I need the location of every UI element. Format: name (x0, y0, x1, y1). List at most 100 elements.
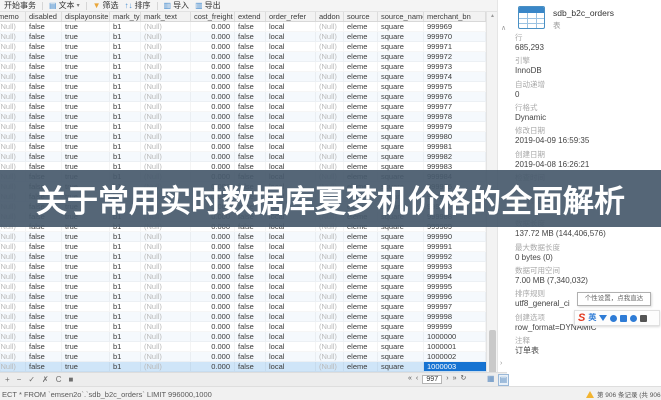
cell-merchant_bn[interactable]: 999990 (424, 232, 486, 241)
cell-source[interactable]: eleme (344, 272, 378, 281)
next-page-button[interactable]: › (446, 374, 448, 384)
cell-mark_type[interactable]: b1 (110, 122, 141, 131)
cell-disabled[interactable]: false (26, 152, 62, 161)
cell-addon[interactable]: (Null) (316, 252, 344, 261)
cell-displayonsite[interactable]: true (62, 82, 110, 91)
cell-order_refer[interactable]: local (266, 82, 316, 91)
cell-addon[interactable]: (Null) (316, 152, 344, 161)
cell-mark_text[interactable]: (Null) (141, 242, 191, 251)
cell-merchant_bn[interactable]: 999973 (424, 62, 486, 71)
cell-memo[interactable]: (Null) (0, 302, 26, 311)
cell-disabled[interactable]: false (26, 352, 62, 361)
cell-mark_text[interactable]: (Null) (141, 332, 191, 341)
add-record-button[interactable]: + (5, 375, 10, 384)
cell-order_refer[interactable]: local (266, 22, 316, 31)
cell-mark_text[interactable]: (Null) (141, 142, 191, 151)
cell-disabled[interactable]: false (26, 292, 62, 301)
cell-extend[interactable]: false (235, 152, 266, 161)
cell-order_refer[interactable]: local (266, 362, 316, 371)
emoji-icon[interactable] (610, 315, 617, 322)
cell-source_name[interactable]: square (378, 142, 424, 151)
cell-disabled[interactable]: false (26, 62, 62, 71)
column-header-cost_freight[interactable]: cost_freight (191, 12, 235, 21)
cell-merchant_bn[interactable]: 999991 (424, 242, 486, 251)
cell-memo[interactable]: (Null) (0, 82, 26, 91)
cell-memo[interactable]: (Null) (0, 102, 26, 111)
cell-extend[interactable]: false (235, 32, 266, 41)
table-row[interactable]: (Null)falsetrueb1(Null)0.000falselocal(N… (0, 342, 486, 352)
cell-extend[interactable]: false (235, 292, 266, 301)
cell-memo[interactable]: (Null) (0, 352, 26, 361)
cell-addon[interactable]: (Null) (316, 332, 344, 341)
cell-merchant_bn[interactable]: 999975 (424, 82, 486, 91)
cell-disabled[interactable]: false (26, 32, 62, 41)
cell-source[interactable]: eleme (344, 332, 378, 341)
table-row[interactable]: (Null)falsetrueb1(Null)0.000falselocal(N… (0, 52, 486, 62)
cell-cost_freight[interactable]: 0.000 (191, 322, 235, 331)
toolbox-icon[interactable] (640, 315, 647, 322)
cell-cost_freight[interactable]: 0.000 (191, 142, 235, 151)
mic-icon[interactable] (620, 315, 627, 322)
cell-memo[interactable]: (Null) (0, 132, 26, 141)
table-row[interactable]: (Null)falsetrueb1(Null)0.000falselocal(N… (0, 62, 486, 72)
page-number-input[interactable]: 997 (422, 375, 442, 384)
cell-mark_type[interactable]: b1 (110, 312, 141, 321)
cell-merchant_bn[interactable]: 999995 (424, 282, 486, 291)
cell-displayonsite[interactable]: true (62, 272, 110, 281)
cell-displayonsite[interactable]: true (62, 332, 110, 341)
cell-extend[interactable]: false (235, 302, 266, 311)
cell-merchant_bn[interactable]: 999972 (424, 52, 486, 61)
cell-merchant_bn[interactable]: 999976 (424, 92, 486, 101)
cell-displayonsite[interactable]: true (62, 282, 110, 291)
cell-mark_text[interactable]: (Null) (141, 252, 191, 261)
cell-order_refer[interactable]: local (266, 262, 316, 271)
cell-mark_type[interactable]: b1 (110, 152, 141, 161)
cell-mark_text[interactable]: (Null) (141, 302, 191, 311)
cell-extend[interactable]: false (235, 272, 266, 281)
cell-order_refer[interactable]: local (266, 42, 316, 51)
table-row[interactable]: (Null)falsetrueb1(Null)0.000falselocal(N… (0, 362, 486, 372)
column-header-memo[interactable]: memo (0, 12, 26, 21)
column-header-order_refer[interactable]: order_refer (266, 12, 316, 21)
export-button[interactable]: ▥ 导出 (195, 0, 221, 11)
cell-addon[interactable]: (Null) (316, 362, 344, 371)
cell-displayonsite[interactable]: true (62, 42, 110, 51)
cell-merchant_bn[interactable]: 1000003 (424, 362, 486, 371)
cell-cost_freight[interactable]: 0.000 (191, 72, 235, 81)
cell-order_refer[interactable]: local (266, 32, 316, 41)
cell-cost_freight[interactable]: 0.000 (191, 252, 235, 261)
cell-memo[interactable]: (Null) (0, 62, 26, 71)
table-row[interactable]: (Null)falsetrueb1(Null)0.000falselocal(N… (0, 82, 486, 92)
cell-disabled[interactable]: false (26, 322, 62, 331)
cell-addon[interactable]: (Null) (316, 52, 344, 61)
table-row[interactable]: (Null)falsetrueb1(Null)0.000falselocal(N… (0, 262, 486, 272)
cell-cost_freight[interactable]: 0.000 (191, 352, 235, 361)
cell-order_refer[interactable]: local (266, 272, 316, 281)
cell-merchant_bn[interactable]: 999993 (424, 262, 486, 271)
cell-source[interactable]: eleme (344, 352, 378, 361)
table-row[interactable]: (Null)falsetrueb1(Null)0.000falselocal(N… (0, 152, 486, 162)
cell-source[interactable]: eleme (344, 312, 378, 321)
cell-cost_freight[interactable]: 0.000 (191, 132, 235, 141)
table-row[interactable]: (Null)falsetrueb1(Null)0.000falselocal(N… (0, 132, 486, 142)
cell-source_name[interactable]: square (378, 102, 424, 111)
cell-order_refer[interactable]: local (266, 52, 316, 61)
cell-order_refer[interactable]: local (266, 152, 316, 161)
cell-addon[interactable]: (Null) (316, 302, 344, 311)
cell-cost_freight[interactable]: 0.000 (191, 92, 235, 101)
cell-disabled[interactable]: false (26, 312, 62, 321)
cell-source[interactable]: eleme (344, 302, 378, 311)
cell-addon[interactable]: (Null) (316, 272, 344, 281)
cell-extend[interactable]: false (235, 82, 266, 91)
cell-disabled[interactable]: false (26, 92, 62, 101)
cell-cost_freight[interactable]: 0.000 (191, 152, 235, 161)
table-row[interactable]: (Null)falsetrueb1(Null)0.000falselocal(N… (0, 232, 486, 242)
cell-extend[interactable]: false (235, 112, 266, 121)
table-row[interactable]: (Null)falsetrueb1(Null)0.000falselocal(N… (0, 292, 486, 302)
cell-extend[interactable]: false (235, 142, 266, 151)
cell-source[interactable]: eleme (344, 342, 378, 351)
cell-extend[interactable]: false (235, 232, 266, 241)
cell-source[interactable]: eleme (344, 142, 378, 151)
cell-displayonsite[interactable]: true (62, 32, 110, 41)
cell-merchant_bn[interactable]: 999997 (424, 302, 486, 311)
